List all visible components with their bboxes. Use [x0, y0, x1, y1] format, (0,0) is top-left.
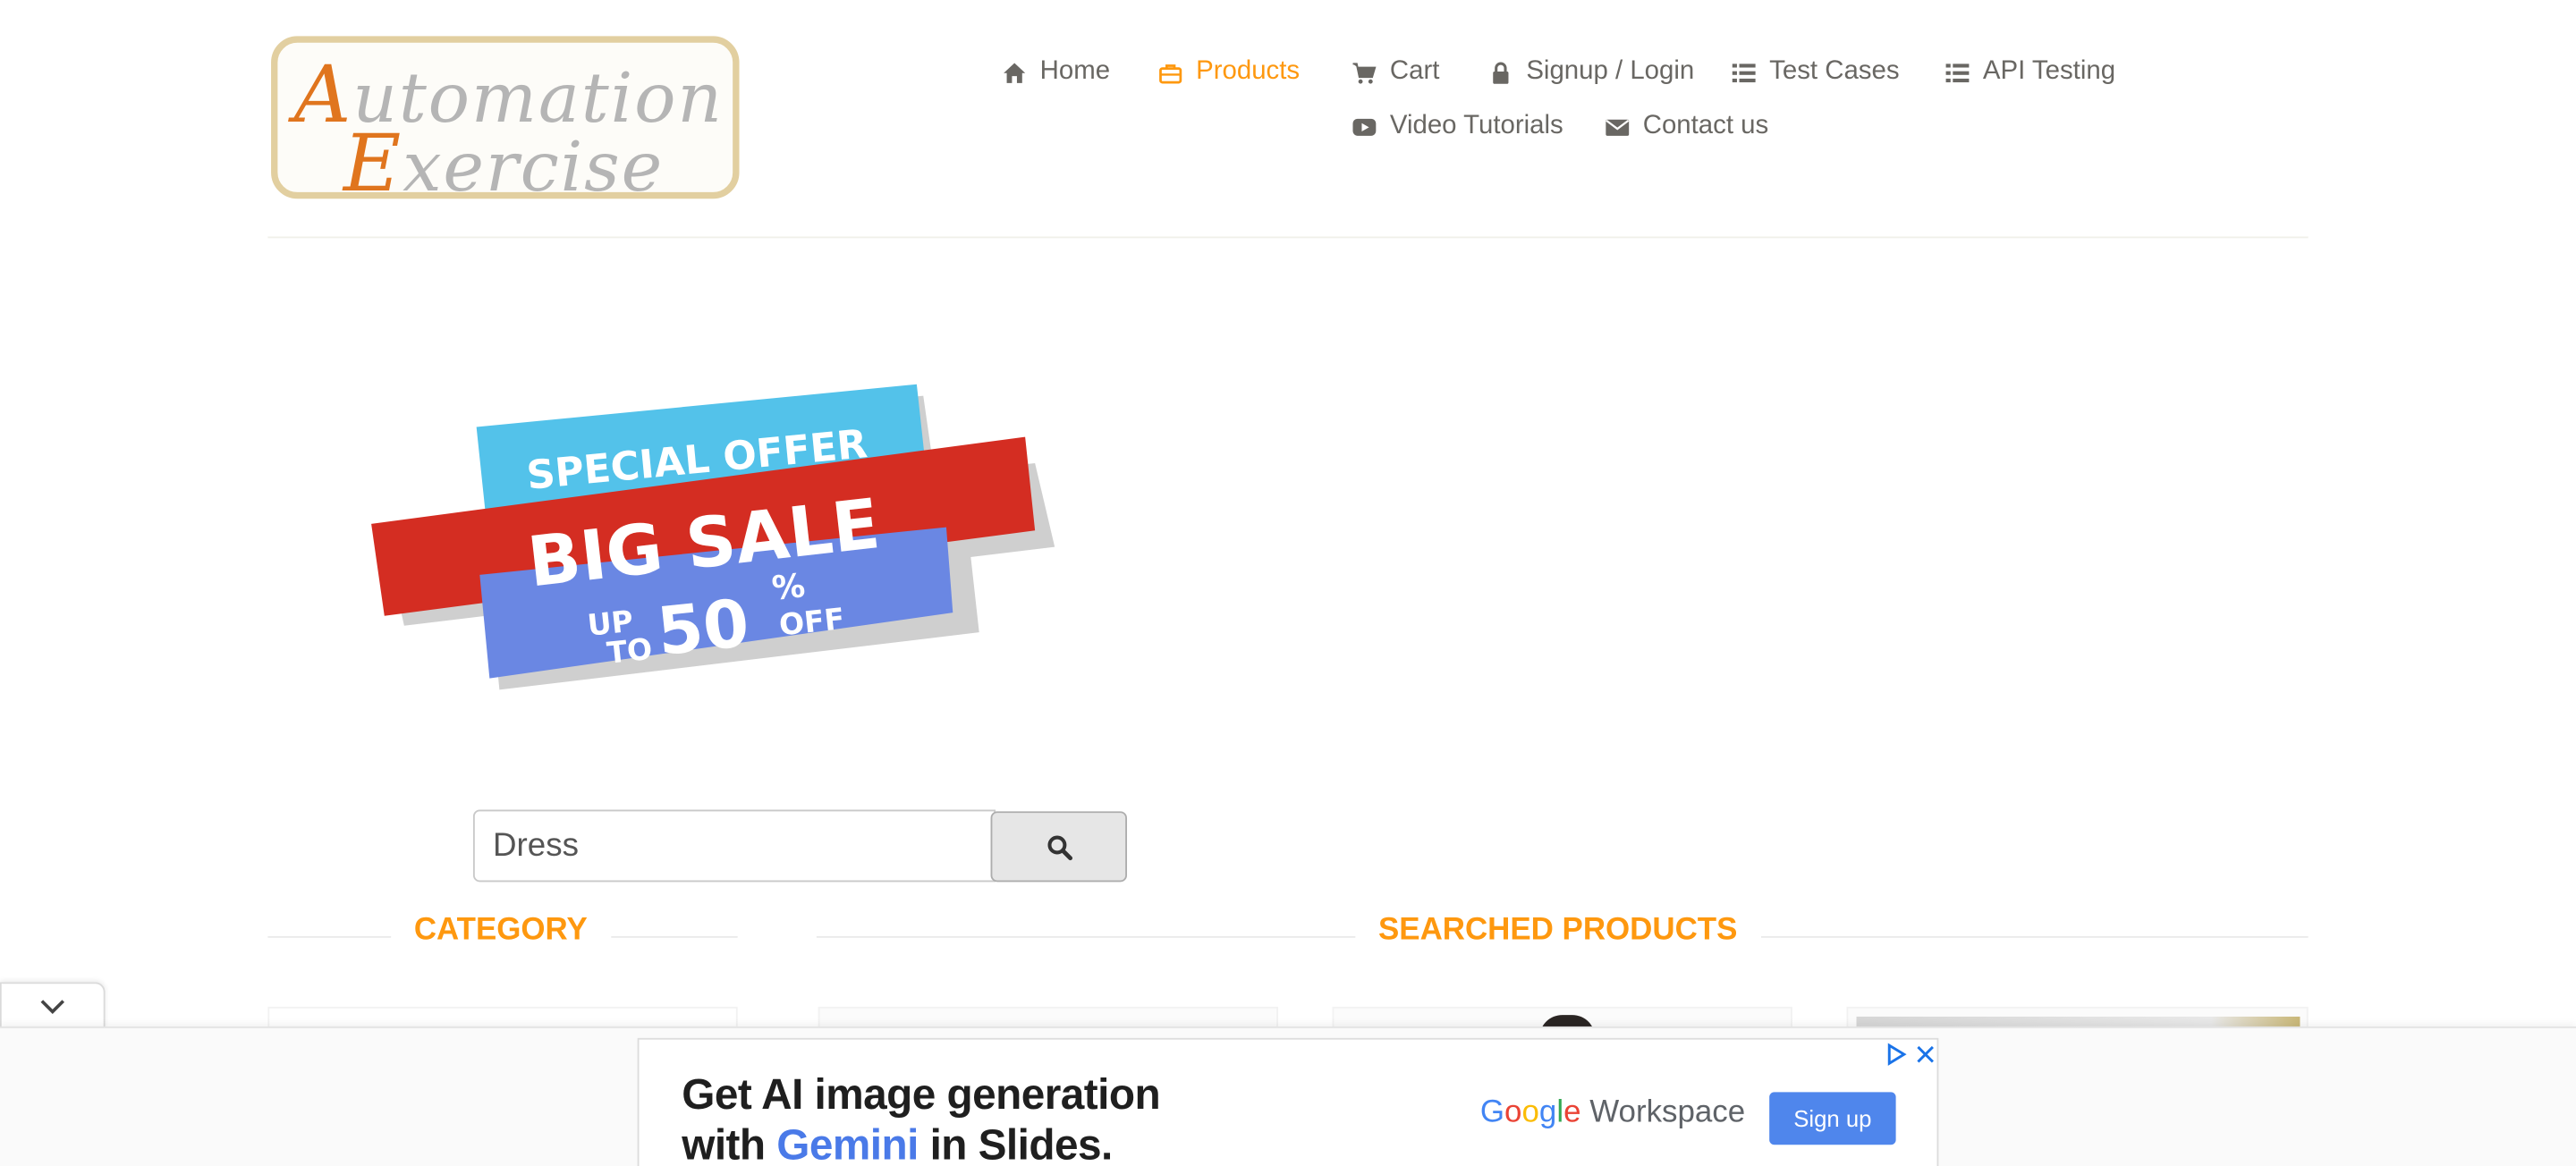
- ad-headline: Get AI image generation with Gemini in S…: [682, 1069, 1161, 1166]
- briefcase-icon: [1159, 63, 1182, 83]
- ad-unit[interactable]: Get AI image generation with Gemini in S…: [637, 1037, 1939, 1166]
- nav-signup-login[interactable]: Signup / Login: [1488, 53, 1694, 92]
- sale-banner: SPECIAL OFFER BIG SALE UP TO 50 % OFF: [371, 384, 1055, 690]
- nav-test-cases[interactable]: Test Cases: [1732, 53, 1900, 92]
- banner-percent: %: [770, 566, 807, 608]
- list-icon: [1732, 63, 1756, 82]
- search-icon: [1046, 834, 1072, 860]
- main-nav: Home Products Cart Signup / Login Test C…: [0, 53, 2576, 168]
- ad-collapse-button[interactable]: [0, 982, 106, 1030]
- banner-off: OFF: [777, 601, 846, 642]
- ad-choices-icon[interactable]: [1885, 1043, 1908, 1066]
- google-workspace-logo: Google Workspace: [1479, 1095, 1746, 1130]
- home-icon: [1004, 62, 1026, 83]
- banner-50: 50: [654, 586, 753, 671]
- list-icon: [1945, 63, 1970, 82]
- cart-icon: [1352, 62, 1377, 83]
- chevron-down-icon: [40, 1000, 65, 1015]
- nav-products[interactable]: Products: [1158, 53, 1300, 92]
- nav-contact-us[interactable]: Contact us: [1605, 106, 1768, 146]
- nav-home[interactable]: Home: [1002, 53, 1110, 92]
- nav-video-tutorials[interactable]: Video Tutorials: [1352, 106, 1563, 146]
- header-divider: [267, 236, 2309, 239]
- searched-products-title: SEARCHED PRODUCTS: [1355, 913, 1761, 950]
- anchor-ad-bar: Get AI image generation with Gemini in S…: [0, 1026, 2576, 1166]
- ad-signup-button[interactable]: Sign up: [1769, 1092, 1896, 1145]
- search-input[interactable]: [472, 809, 996, 883]
- lock-icon: [1493, 61, 1509, 83]
- category-title: CATEGORY: [391, 913, 611, 950]
- nav-api-testing[interactable]: API Testing: [1945, 53, 2115, 92]
- search-button[interactable]: [990, 811, 1127, 883]
- envelope-icon: [1606, 118, 1630, 135]
- banner-to: TO: [606, 631, 654, 671]
- close-icon[interactable]: [1914, 1043, 1937, 1066]
- nav-cart[interactable]: Cart: [1352, 53, 1439, 92]
- youtube-play-icon: [1352, 117, 1377, 135]
